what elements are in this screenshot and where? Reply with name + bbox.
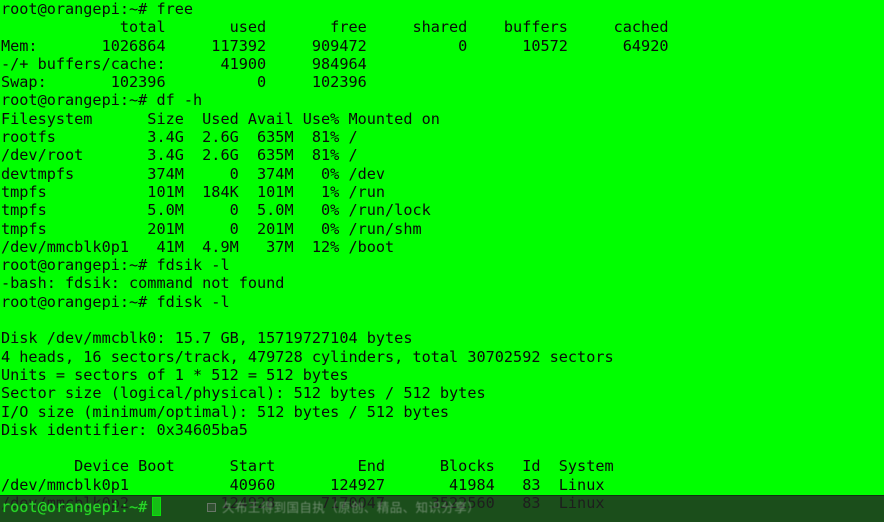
terminal-line: /dev/mmcblk0p1 41M 4.9M 37M 12% /boot — [1, 237, 395, 256]
terminal-output-area[interactable]: root@orangepi:~# free total used free sh… — [0, 0, 884, 522]
terminal-line: Swap: 102396 0 102396 — [1, 73, 367, 92]
terminal-line: Disk /dev/mmcblk0: 15.7 GB, 15719727104 … — [1, 329, 413, 348]
terminal-line: total used free shared buffers cached — [1, 18, 669, 37]
terminal-line: -/+ buffers/cache: 41900 984964 — [1, 54, 367, 73]
terminal-line: tmpfs 201M 0 201M 0% /run/shm — [1, 219, 422, 238]
terminal-line: /dev/root 3.4G 2.6G 635M 81% / — [1, 146, 358, 165]
terminal-line: root@orangepi:~# df -h — [1, 91, 203, 110]
terminal-line: Mem: 1026864 117392 909472 0 10572 64920 — [1, 36, 669, 55]
terminal-line: Sector size (logical/physical): 512 byte… — [1, 384, 486, 403]
terminal-screen: root@orangepi:~# free total used free sh… — [0, 0, 884, 522]
terminal-line: Disk identifier: 0x34605ba5 — [1, 420, 248, 439]
terminal-line: 4 heads, 16 sectors/track, 479728 cylind… — [1, 347, 614, 366]
terminal-line: devtmpfs 374M 0 374M 0% /dev — [1, 164, 386, 183]
watermark-label: 久布王得到国自执（原创、精品、知识分享） — [222, 500, 481, 515]
terminal-line: root@orangepi:~# fdisk -l — [1, 292, 230, 311]
terminal-line: rootfs 3.4G 2.6G 635M 81% / — [1, 128, 358, 147]
bar-top-edge — [0, 495, 884, 496]
terminal-line: Units = sectors of 1 * 512 = 512 bytes — [1, 365, 349, 384]
shell-prompt: root@orangepi:~# — [1, 498, 148, 516]
terminal-line: root@orangepi:~# fdsik -l — [1, 256, 230, 275]
terminal-cursor[interactable] — [152, 497, 161, 516]
terminal-line: -bash: fdsik: command not found — [1, 274, 285, 293]
terminal-line: tmpfs 5.0M 0 5.0M 0% /run/lock — [1, 201, 431, 220]
terminal-line: Device Boot Start End Blocks Id System — [1, 457, 614, 476]
checkbox-icon[interactable] — [207, 503, 216, 512]
terminal-line: I/O size (minimum/optimal): 512 bytes / … — [1, 402, 450, 421]
bottom-overlay-bar: root@orangepi:~# 久布王得到国自执（原创、精品、知识分享） — [0, 495, 884, 522]
terminal-line: Filesystem Size Used Avail Use% Mounted … — [1, 109, 440, 128]
terminal-line: tmpfs 101M 184K 101M 1% /run — [1, 182, 386, 201]
terminal-line: root@orangepi:~# free — [1, 0, 194, 18]
terminal-line: /dev/mmcblk0p1 40960 124927 41984 83 Lin… — [1, 475, 605, 494]
